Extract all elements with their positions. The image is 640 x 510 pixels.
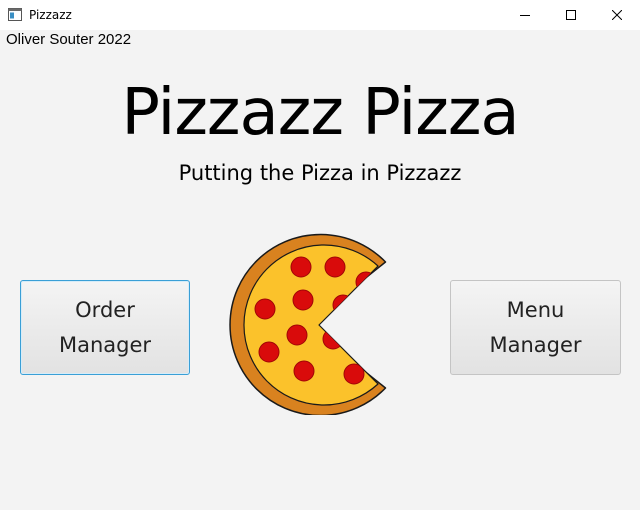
pepperoni <box>343 363 365 385</box>
pepperoni <box>332 294 354 316</box>
order-manager-label-line2: Manager <box>58 332 152 357</box>
maximize-button[interactable] <box>548 0 594 30</box>
order-manager-button[interactable]: Order Manager <box>20 280 190 375</box>
pepperoni <box>355 271 377 293</box>
close-icon <box>612 10 622 20</box>
order-manager-label-line1: Order <box>75 297 135 322</box>
maximize-icon <box>566 10 576 20</box>
tagline: Putting the Pizza in Pizzazz <box>178 161 462 185</box>
page-title: Pizzazz Pizza <box>121 76 519 150</box>
pepperoni <box>258 341 280 363</box>
pepperoni <box>324 256 346 278</box>
author-credit: Oliver Souter 2022 <box>6 31 132 48</box>
window-title: Pizzazz <box>29 8 72 22</box>
menu-manager-label-line2: Manager <box>489 332 582 357</box>
minimize-icon <box>520 15 530 16</box>
pepperoni <box>286 324 308 346</box>
app-window: Pizzazz Oliver Souter 2022 Pizzazz Pizza… <box>0 0 640 510</box>
close-button[interactable] <box>594 0 640 30</box>
menu-manager-label-line1: Menu <box>506 297 565 322</box>
pepperoni <box>292 289 314 311</box>
minimize-button[interactable] <box>502 0 548 30</box>
pepperoni <box>254 298 276 320</box>
menu-manager-label: Menu Manager <box>489 293 581 363</box>
main-content: Oliver Souter 2022 Pizzazz Pizza Putting… <box>0 30 640 510</box>
title-bar[interactable]: Pizzazz <box>0 0 640 30</box>
order-manager-label: Order Manager <box>59 293 151 363</box>
pepperoni <box>322 328 344 350</box>
app-icon <box>8 8 22 21</box>
pizza-icon <box>229 233 387 415</box>
menu-manager-button[interactable]: Menu Manager <box>450 280 621 375</box>
pepperoni <box>290 256 312 278</box>
pepperoni <box>293 360 315 382</box>
